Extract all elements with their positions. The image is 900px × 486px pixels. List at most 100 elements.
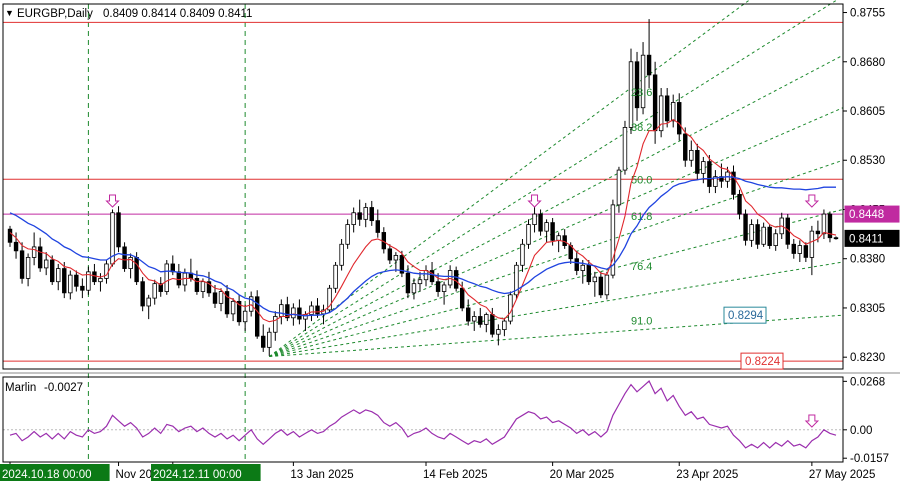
candle-body	[466, 307, 471, 322]
candle-body	[670, 102, 676, 122]
candle-body	[767, 226, 772, 246]
indicator-y-tick-label: 0.00	[850, 425, 872, 437]
candle-body	[13, 241, 19, 252]
candle-body	[417, 279, 423, 285]
candle-body	[815, 230, 821, 235]
y-tick-label: 0.8530	[850, 155, 885, 167]
candle-body	[496, 329, 501, 335]
x-tick-label: 14 Feb 2025	[423, 469, 488, 481]
candle-body	[333, 264, 338, 289]
fib-level-label: 76.4	[631, 261, 652, 273]
candle-body	[574, 258, 579, 271]
candle-body	[230, 300, 236, 315]
ohlc-label: 0.8409 0.8414 0.8409 0.8411	[103, 8, 252, 20]
candle-body	[242, 310, 248, 323]
price-label-text: 0.8224	[745, 356, 781, 368]
candle-body	[375, 220, 380, 233]
candle-body	[664, 95, 670, 122]
candle-body	[393, 255, 399, 261]
fib-level-label: 23.6	[631, 87, 652, 99]
y-tick-label: 0.8755	[850, 8, 885, 20]
candle-body	[369, 207, 374, 222]
candle-body	[116, 212, 121, 248]
fib-level-label: 91.0	[631, 315, 652, 327]
candle-body	[279, 304, 284, 317]
candle-body	[363, 207, 368, 220]
candle-body	[309, 305, 314, 315]
candle-body	[544, 222, 549, 232]
header-arrow: ▼	[5, 8, 14, 18]
price-chart[interactable]: ▼ EURGBP,Daily 0.8409 0.8414 0.8409 0.84…	[0, 0, 900, 486]
candle-body	[821, 213, 827, 235]
candle-body	[146, 297, 151, 307]
candle-body	[411, 283, 417, 294]
candle-body	[652, 74, 658, 132]
candle-body	[357, 212, 362, 220]
candle-body	[797, 245, 803, 254]
candle-body	[315, 305, 320, 315]
candle-body	[743, 213, 748, 241]
indicator-name-label: Marlin	[5, 382, 36, 394]
candle-body	[616, 169, 622, 206]
y-tick-label: 0.8605	[850, 106, 885, 118]
candle-body	[622, 127, 628, 171]
price-label-text: 0.8448	[849, 209, 884, 221]
candle-body	[833, 237, 839, 240]
candle-body	[520, 243, 525, 266]
candle-body	[122, 246, 127, 269]
indicator-value-label: -0.0027	[44, 382, 83, 394]
x-tick-label: 13 Jan 2025	[290, 469, 353, 481]
candle-body	[50, 259, 55, 283]
candle-body	[689, 149, 694, 161]
candle-body	[405, 272, 411, 294]
candle-body	[68, 274, 73, 294]
candle-body	[140, 281, 145, 307]
candle-body	[435, 281, 441, 292]
candle-body	[273, 316, 278, 333]
candle-body	[791, 243, 796, 254]
candle-body	[761, 226, 766, 245]
chart-window: ▼ EURGBP,Daily 0.8409 0.8414 0.8409 0.84…	[0, 0, 900, 486]
candle-body	[194, 278, 200, 292]
candle-body	[441, 284, 447, 292]
y-tick-label: 0.8380	[850, 254, 885, 266]
candle-body	[297, 307, 302, 320]
candle-body	[640, 54, 646, 109]
candle-body	[592, 276, 598, 283]
candle-body	[31, 246, 37, 258]
candle-body	[104, 263, 109, 279]
candle-body	[809, 230, 815, 258]
candle-body	[19, 250, 25, 279]
candle-body	[267, 331, 272, 348]
candle-body	[291, 307, 296, 319]
candle-body	[490, 314, 495, 335]
candle-body	[62, 268, 67, 294]
candle-body	[737, 193, 742, 215]
candle-body	[176, 271, 182, 286]
candle-body	[345, 224, 350, 245]
candle-body	[556, 235, 561, 241]
x-tick-label: 20 Mar 2025	[550, 469, 615, 481]
candle-body	[80, 285, 85, 291]
candle-body	[447, 270, 453, 286]
candle-body	[532, 213, 537, 225]
price-label-text: 0.8294	[728, 310, 764, 322]
candle-body	[92, 271, 97, 283]
candle-body	[526, 224, 531, 245]
candle-body	[37, 246, 43, 269]
candle-body	[749, 224, 754, 241]
candle-body	[387, 248, 393, 261]
candle-body	[484, 314, 489, 325]
x-tick-label: 23 Apr 2025	[676, 469, 738, 481]
candle-body	[261, 335, 266, 348]
candle-body	[562, 235, 567, 246]
candle-body	[152, 283, 157, 299]
candle-body	[7, 228, 13, 243]
fib-level-label: 38.2	[631, 122, 652, 134]
symbol-label: EURGBP,Daily	[17, 8, 93, 20]
candle-body	[683, 133, 688, 161]
candle-body	[502, 320, 507, 331]
candle-body	[351, 212, 356, 225]
candle-body	[550, 222, 555, 241]
candle-body	[634, 61, 640, 109]
